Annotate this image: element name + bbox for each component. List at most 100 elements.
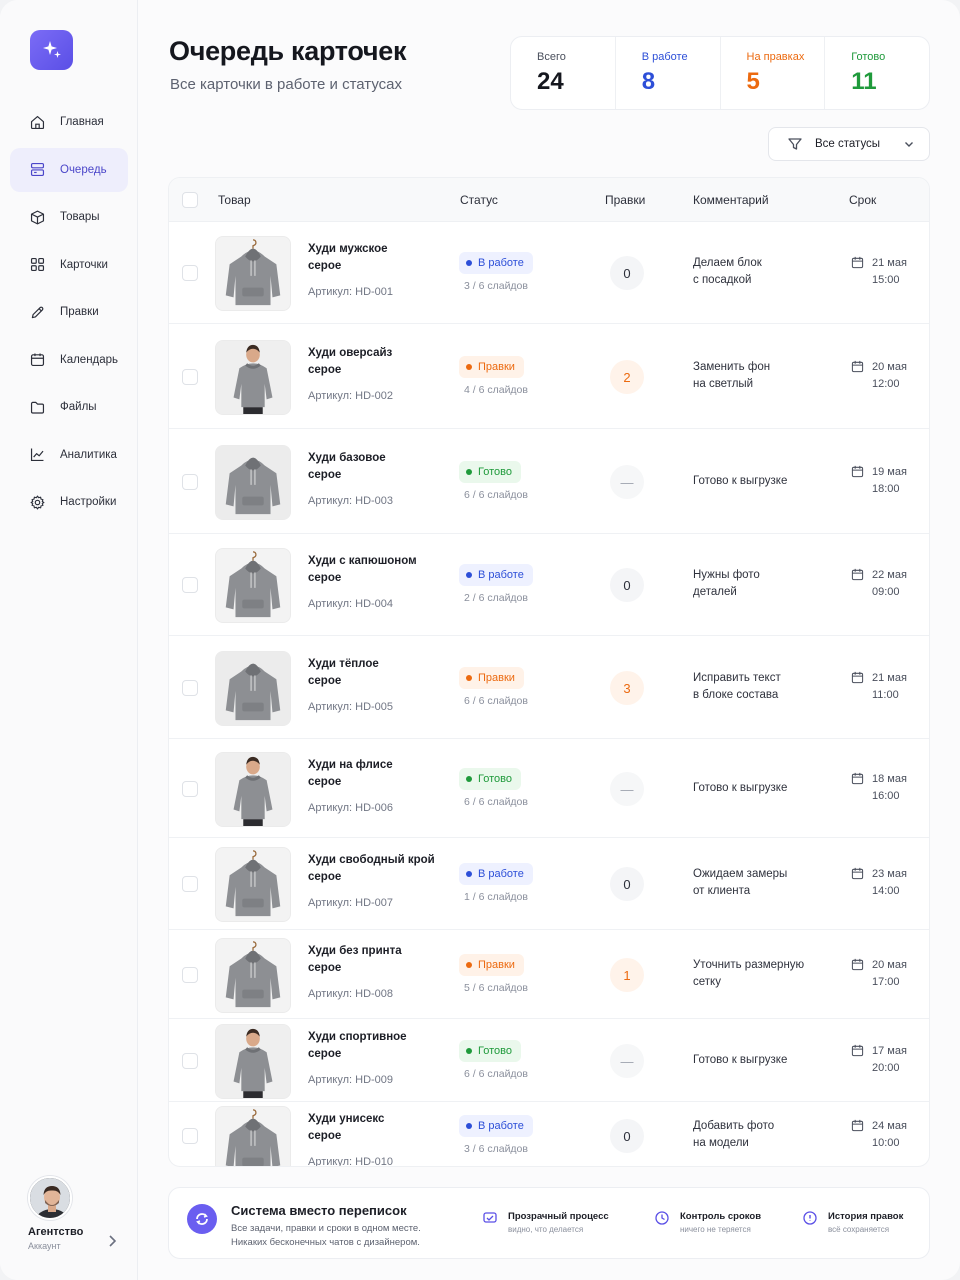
product-name-line-2: серое [308,364,342,376]
sidebar-item-label: Файлы [60,401,97,413]
table-row[interactable]: Худи мужское серое Артикул: HD-001 В работе… [169,222,929,324]
select-all-checkbox[interactable] [182,192,198,208]
edits-count[interactable]: 0 [610,568,644,602]
due-day: 17 мая [872,1045,907,1057]
feature-subtitle: ничего не теряется [680,1225,751,1234]
sidebar-item-calendar[interactable]: Календарь [10,338,128,382]
row-checkbox[interactable] [182,781,198,797]
account-block[interactable]: Агентство Аккаунт [28,1176,123,1251]
product-name[interactable]: Худи оверсайз серое [308,345,453,379]
comment-line-2: сетку [693,976,721,988]
product-thumbnail[interactable] [215,340,291,415]
table-row[interactable]: Худи тёплое серое Артикул: HD-005 Правки 6 /… [169,636,929,739]
app-logo[interactable] [30,30,73,70]
sidebar-item-grid[interactable]: Карточки [10,243,128,287]
product-name[interactable]: Худи унисекс серое [308,1111,453,1145]
product-thumbnail[interactable] [215,1024,291,1099]
product-sku: Артикул: HD-010 [308,1156,394,1167]
row-checkbox[interactable] [182,876,198,892]
stat-card[interactable]: В работе 8 [616,37,721,109]
calendar-icon [851,958,864,971]
product-name[interactable]: Худи с капюшоном серое [308,553,453,587]
app-window: Главная Очередь Товары Карточки Правки Календ… [0,0,960,1280]
edits-count[interactable]: 0 [610,256,644,290]
product-thumbnail[interactable] [215,548,291,623]
product-thumbnail[interactable] [215,1106,291,1166]
table-row[interactable]: Худи базовое серое Артикул: HD-003 Готово 6 … [169,429,929,534]
table-row[interactable]: Худи свободный крой серое Артикул: HD-007 В… [169,838,929,930]
edits-count[interactable]: 2 [610,360,644,394]
row-checkbox[interactable] [182,474,198,490]
slides-progress: 3 / 6 слайдов [464,280,528,292]
sidebar-item-box[interactable]: Товары [10,195,128,239]
product-name[interactable]: Худи тёплое серое [308,656,453,690]
col-product[interactable]: Товар [218,193,251,207]
product-thumbnail[interactable] [215,236,291,311]
product-thumbnail[interactable] [215,445,291,520]
edits-count[interactable]: 1 [610,958,644,992]
product-thumbnail[interactable] [215,752,291,827]
comment: Ожидаем замеры от клиента [693,866,833,900]
status-badge[interactable]: Готово [459,1040,521,1062]
sidebar-item-queue[interactable]: Очередь [10,147,128,192]
status-badge[interactable]: В работе [459,863,533,885]
row-checkbox[interactable] [182,1053,198,1069]
stat-card[interactable]: Всего 24 [511,37,616,109]
row-checkbox[interactable] [182,967,198,983]
edits-count[interactable]: 0 [610,1119,644,1153]
status-filter-dropdown[interactable]: Все статусы [768,127,930,161]
row-checkbox[interactable] [182,265,198,281]
row-checkbox[interactable] [182,369,198,385]
product-name[interactable]: Худи спортивное серое [308,1029,453,1063]
table-row[interactable]: Худи спортивное серое Артикул: HD-009 Готов… [169,1019,929,1102]
col-status[interactable]: Статус [460,193,498,207]
table-row[interactable]: Худи без принта серое Артикул: HD-008 Правк… [169,930,929,1019]
table-row[interactable]: Худи унисекс серое Артикул: HD-010 В работе… [169,1102,929,1167]
banner-desc-line-2: Никаких бесконечных чатов с дизайнером. [231,1237,420,1248]
status-badge[interactable]: Правки [459,667,524,689]
product-name[interactable]: Худи базовое серое [308,450,453,484]
chevron-right-icon[interactable] [107,1234,117,1250]
stat-card[interactable]: Готово 11 [825,37,929,109]
edits-count[interactable]: 3 [610,671,644,705]
status-badge[interactable]: В работе [459,1115,533,1137]
sidebar-item-gear[interactable]: Настройки [10,480,128,524]
stat-card[interactable]: На правках 5 [721,37,826,109]
edits-count[interactable]: — [610,1044,644,1078]
product-name[interactable]: Худи на флисе серое [308,757,453,791]
slides-progress: 5 / 6 слайдов [464,982,528,994]
sidebar-nav: Главная Очередь Товары Карточки Правки Календ… [10,100,128,528]
col-due[interactable]: Срок [849,193,876,207]
sidebar-item-chart[interactable]: Аналитика [10,433,128,477]
status-badge[interactable]: Готово [459,461,521,483]
comment: Заменить фон на светлый [693,359,833,393]
row-checkbox[interactable] [182,577,198,593]
row-checkbox[interactable] [182,680,198,696]
status-badge[interactable]: В работе [459,564,533,586]
stat-label: Готово [851,51,886,63]
edits-count[interactable]: — [610,772,644,806]
product-thumbnail[interactable] [215,847,291,922]
sidebar-item-pencil[interactable]: Правки [10,290,128,334]
product-thumbnail[interactable] [215,938,291,1013]
sidebar-item-home[interactable]: Главная [10,100,128,144]
status-badge[interactable]: Готово [459,768,521,790]
status-badge[interactable]: Правки [459,954,524,976]
table-row[interactable]: Худи оверсайз серое Артикул: HD-002 Правки 4… [169,324,929,429]
product-name[interactable]: Худи без принта серое [308,943,453,977]
product-name[interactable]: Худи мужское серое [308,241,453,275]
table-row[interactable]: Худи на флисе серое Артикул: HD-006 Готово 6… [169,739,929,838]
table-row[interactable]: Худи с капюшоном серое Артикул: HD-004 В ра… [169,534,929,636]
status-badge[interactable]: Правки [459,356,524,378]
col-comment[interactable]: Комментарий [693,193,769,207]
sidebar-item-label: Календарь [60,353,119,366]
edits-count[interactable]: 0 [610,867,644,901]
row-checkbox[interactable] [182,1128,198,1144]
col-edits[interactable]: Правки [605,193,645,207]
product-thumbnail[interactable] [215,651,291,726]
sidebar-item-folder[interactable]: Файлы [10,385,128,429]
edits-count[interactable]: — [610,465,644,499]
status-badge[interactable]: В работе [459,252,533,274]
product-name[interactable]: Худи свободный крой серое [308,852,453,886]
avatar[interactable] [28,1176,72,1220]
